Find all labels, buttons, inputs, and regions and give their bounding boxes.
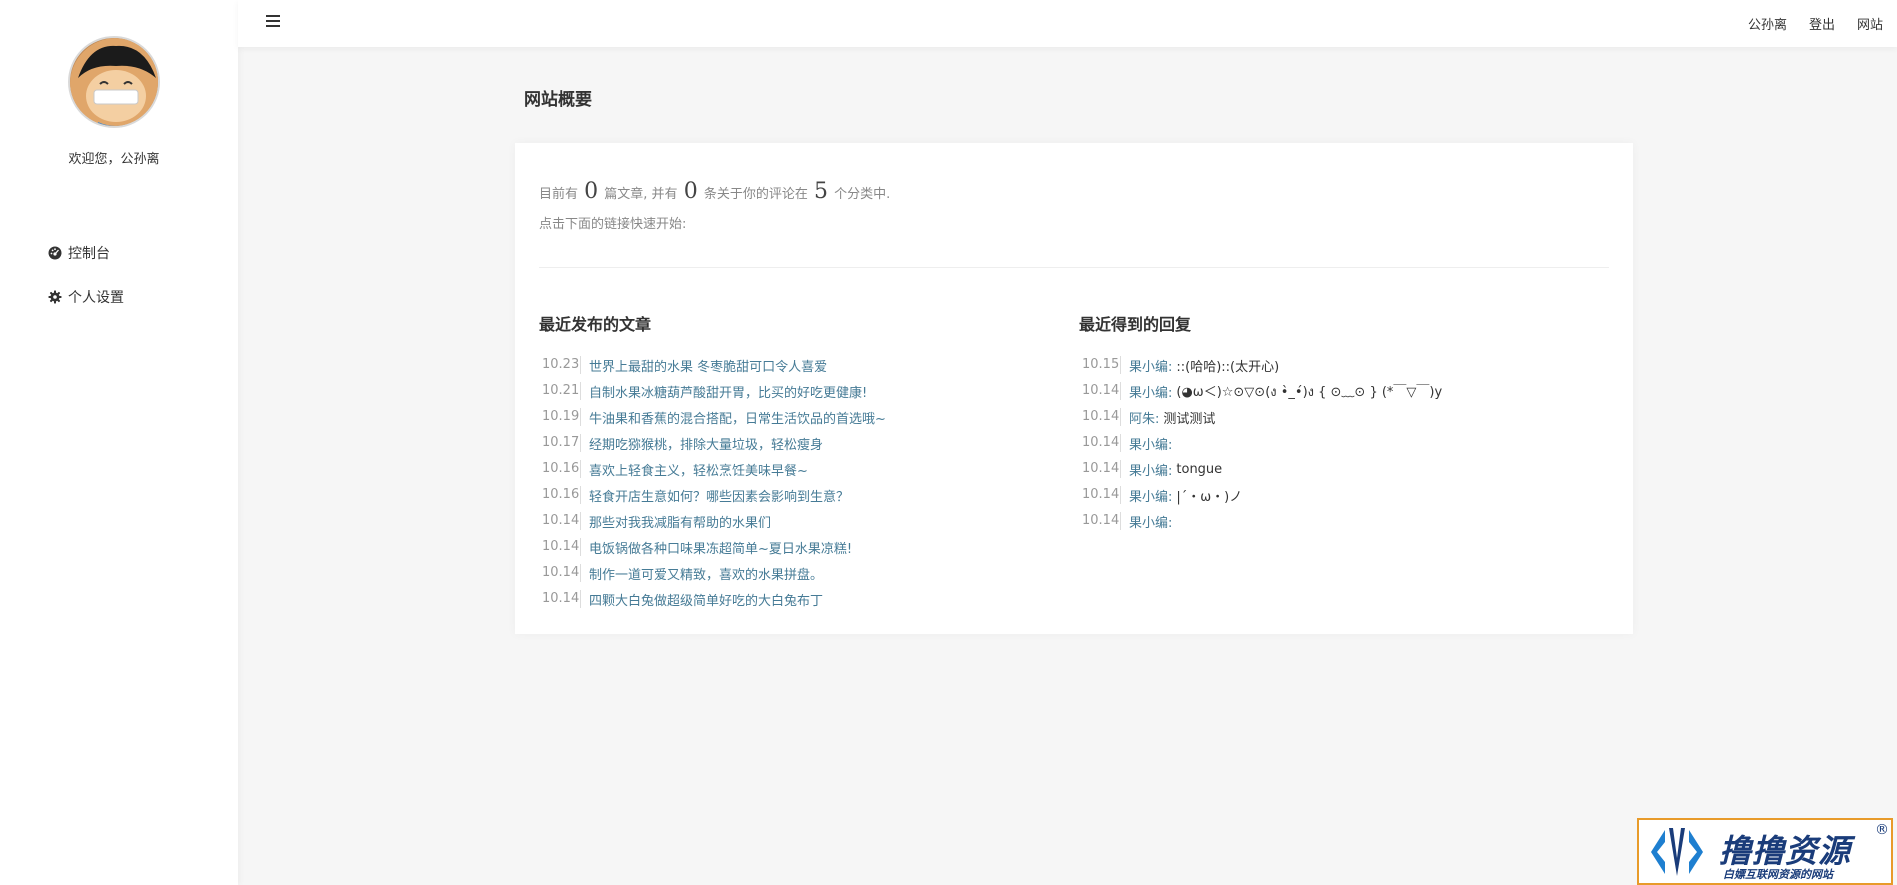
stats-text: 篇文章, 并有: [604, 187, 678, 202]
logout-link[interactable]: 登出: [1809, 14, 1835, 33]
list-item: 10.14 果小编: tongue: [1079, 456, 1599, 482]
post-date: 10.23: [539, 356, 581, 374]
page-title: 网站概要: [524, 90, 592, 110]
post-title-link[interactable]: 牛油果和香蕉的混合搭配，日常生活饮品的首选哦~: [589, 408, 886, 427]
recent-posts-heading: 最近发布的文章: [539, 315, 652, 334]
post-title-link[interactable]: 世界上最甜的水果 冬枣脆甜可口令人喜爱: [589, 356, 827, 375]
reply-author-link[interactable]: 果小编:: [1129, 382, 1172, 401]
post-title-link[interactable]: 四颗大白兔做超级简单好吃的大白兔布丁: [589, 590, 823, 609]
top-nav: 公孙离 登出 网站: [1748, 14, 1883, 33]
logo-mark-icon: [1651, 828, 1703, 876]
quick-start-hint: 点击下面的链接快速开始:: [539, 217, 687, 232]
comment-count: 0: [683, 179, 698, 204]
post-title-link[interactable]: 电饭锅做各种口味果冻超简单~夏日水果凉糕!: [589, 538, 852, 557]
sidebar-item-dashboard[interactable]: 控制台: [48, 243, 110, 263]
reply-date: 10.15: [1079, 356, 1121, 374]
stats-text: 条关于你的评论在: [703, 187, 808, 202]
list-item: 10.14 电饭锅做各种口味果冻超简单~夏日水果凉糕!: [539, 534, 1059, 560]
reply-date: 10.14: [1079, 408, 1121, 426]
post-date: 10.14: [539, 590, 581, 608]
overview-card: 目前有 0 篇文章, 并有 0 条关于你的评论在 5 个分类中. 点击下面的链接…: [515, 143, 1633, 634]
recent-posts-list: 10.23 世界上最甜的水果 冬枣脆甜可口令人喜爱 10.21 自制水果冰糖葫芦酸甜开…: [539, 352, 1059, 612]
reply-text: 测试测试: [1163, 411, 1216, 427]
avatar-image: [70, 38, 158, 126]
recent-replies: 最近得到的回复 10.15 果小编:::(哈哈)::(太开心) 10.14 果小编:(…: [1079, 311, 1599, 534]
list-item: 10.14 四颗大白兔做超级简单好吃的大白兔布丁: [539, 586, 1059, 612]
post-date: 10.21: [539, 382, 581, 400]
divider: [539, 267, 1609, 268]
post-date: 10.17: [539, 434, 581, 452]
top-bar: 公孙离 登出 网站: [238, 0, 1897, 47]
website-link[interactable]: 网站: [1857, 14, 1883, 33]
avatar[interactable]: [68, 36, 160, 128]
reply-author-link[interactable]: 果小编:: [1129, 356, 1172, 375]
reply-text: (◕ω＜)☆⊙▽⊙(ง •̀_•́)ง { ⊙﹏⊙ } (*￣▽￣)y: [1176, 384, 1443, 400]
reply-author-link[interactable]: 果小编:: [1129, 434, 1172, 453]
watermark-slogan: 白嫖互联网资源的网站: [1723, 868, 1833, 881]
stats-text: 目前有: [539, 187, 579, 202]
reply-date: 10.14: [1079, 434, 1121, 452]
post-title-link[interactable]: 制作一道可爱又精致，喜欢的水果拼盘。: [589, 564, 823, 583]
list-item: 10.21 自制水果冰糖葫芦酸甜开胃，比买的好吃更健康!: [539, 378, 1059, 404]
list-item: 10.14 果小编: |´・ω・)ノ: [1079, 482, 1599, 508]
hamburger-icon[interactable]: [266, 15, 280, 27]
stats-summary: 目前有 0 篇文章, 并有 0 条关于你的评论在 5 个分类中.: [539, 179, 890, 204]
reply-text: tongue: [1176, 461, 1223, 477]
gear-icon: [48, 290, 62, 304]
list-item: 10.16 喜欢上轻食主义，轻松烹饪美味早餐~: [539, 456, 1059, 482]
stats-text: 个分类中.: [834, 187, 891, 202]
reply-date: 10.14: [1079, 460, 1121, 478]
reply-author-link[interactable]: 阿朱:: [1129, 408, 1159, 427]
list-item: 10.15 果小编:::(哈哈)::(太开心): [1079, 352, 1599, 378]
post-date: 10.16: [539, 486, 581, 504]
reply-author-link[interactable]: 果小编:: [1129, 460, 1172, 479]
list-item: 10.14 果小编:: [1079, 430, 1599, 456]
reply-text: |´・ω・)ノ: [1176, 489, 1243, 505]
reply-author-link[interactable]: 果小编:: [1129, 512, 1172, 531]
list-item: 10.14 阿朱: 测试测试: [1079, 404, 1599, 430]
post-date: 10.16: [539, 460, 581, 478]
post-title-link[interactable]: 自制水果冰糖葫芦酸甜开胃，比买的好吃更健康!: [589, 382, 867, 401]
reply-date: 10.14: [1079, 486, 1121, 504]
welcome-text: 欢迎您，公孙离: [68, 152, 160, 167]
recent-posts: 最近发布的文章 10.23 世界上最甜的水果 冬枣脆甜可口令人喜爱 10.21 自制水…: [539, 311, 1059, 612]
list-item: 10.14 果小编:: [1079, 508, 1599, 534]
reply-date: 10.14: [1079, 382, 1121, 400]
category-count: 5: [814, 179, 828, 204]
post-title-link[interactable]: 喜欢上轻食主义，轻松烹饪美味早餐~: [589, 460, 808, 479]
post-date: 10.14: [539, 538, 581, 556]
sidebar-item-label: 控制台: [68, 246, 110, 262]
registered-mark: ®: [1875, 822, 1889, 838]
list-item: 10.23 世界上最甜的水果 冬枣脆甜可口令人喜爱: [539, 352, 1059, 378]
recent-replies-heading: 最近得到的回复: [1079, 315, 1192, 334]
list-item: 10.17 经期吃猕猴桃，排除大量垃圾，轻松瘦身: [539, 430, 1059, 456]
post-title-link[interactable]: 轻食开店生意如何？哪些因素会影响到生意？: [589, 486, 849, 505]
user-profile-link[interactable]: 公孙离: [1748, 14, 1787, 33]
list-item: 10.14 果小编: (◕ω＜)☆⊙▽⊙(ง •̀_•́)ง { ⊙﹏⊙ } (*￣…: [1079, 378, 1599, 404]
list-item: 10.16 轻食开店生意如何？哪些因素会影响到生意？: [539, 482, 1059, 508]
watermark-logo: 撸撸资源 ® 白嫖互联网资源的网站: [1637, 818, 1893, 885]
sidebar-item-label: 个人设置: [68, 290, 124, 306]
post-title-link[interactable]: 经期吃猕猴桃，排除大量垃圾，轻松瘦身: [589, 434, 823, 453]
post-date: 10.14: [539, 512, 581, 530]
reply-author-link[interactable]: 果小编:: [1129, 486, 1172, 505]
post-count: 0: [584, 179, 599, 204]
sidebar-item-settings[interactable]: 个人设置: [48, 287, 124, 307]
post-date: 10.19: [539, 408, 581, 426]
recent-replies-list: 10.15 果小编:::(哈哈)::(太开心) 10.14 果小编: (◕ω＜)☆⊙▽⊙…: [1079, 352, 1599, 534]
reply-date: 10.14: [1079, 512, 1121, 530]
sidebar: 欢迎您，公孙离 控制台 个人设置: [0, 0, 238, 885]
post-date: 10.14: [539, 564, 581, 582]
list-item: 10.14 制作一道可爱又精致，喜欢的水果拼盘。: [539, 560, 1059, 586]
list-item: 10.14 那些对我我减脂有帮助的水果们: [539, 508, 1059, 534]
reply-text: ::(哈哈)::(太开心): [1176, 359, 1280, 375]
list-item: 10.19 牛油果和香蕉的混合搭配，日常生活饮品的首选哦~: [539, 404, 1059, 430]
post-title-link[interactable]: 那些对我我减脂有帮助的水果们: [589, 512, 771, 531]
dashboard-icon: [48, 246, 62, 260]
